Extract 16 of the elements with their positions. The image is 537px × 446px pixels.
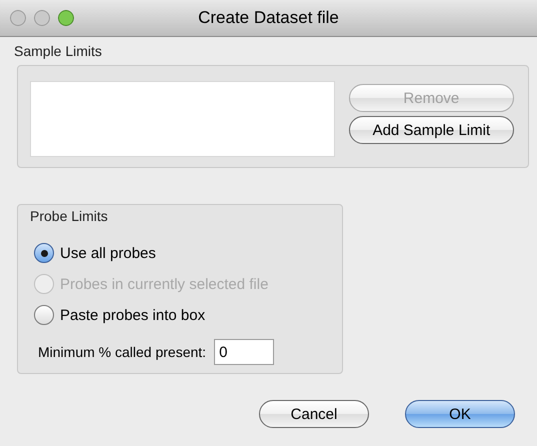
- section-label: Probe Limits: [30, 208, 108, 224]
- radio-button[interactable]: [34, 243, 54, 263]
- sample-limit-list[interactable]: [30, 81, 335, 157]
- zoom-icon[interactable]: [58, 10, 74, 26]
- radio-button[interactable]: [34, 305, 54, 325]
- section-label: Sample Limits: [14, 43, 102, 59]
- add-button[interactable]: Add Sample Limit: [348, 116, 514, 144]
- ok-button[interactable]: OK: [405, 400, 515, 428]
- window-title: Create Dataset file: [198, 8, 339, 27]
- field-label: Minimum % called present:: [38, 344, 206, 360]
- minimize-icon[interactable]: [34, 10, 50, 26]
- cancel-button[interactable]: Cancel: [259, 400, 369, 428]
- radio-label[interactable]: Paste probes into box: [60, 306, 206, 324]
- radio-label[interactable]: Use all probes: [60, 244, 156, 262]
- input-field[interactable]: 0: [214, 339, 274, 365]
- close-icon[interactable]: [10, 10, 26, 26]
